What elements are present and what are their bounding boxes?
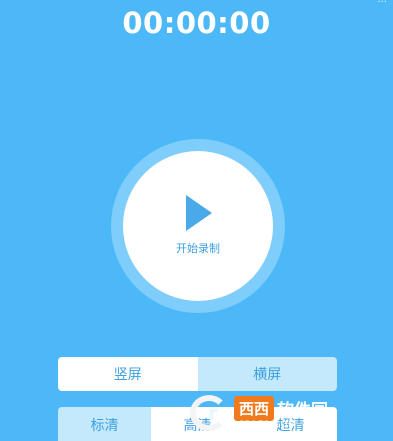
start-recording-label: 开始录制 <box>176 242 220 255</box>
watermark-text: 西西 软件园 CR173.COM <box>234 396 329 430</box>
recording-timer: 00:00:00 <box>122 6 271 40</box>
site-watermark: r 西西 软件园 CR173.COM <box>190 392 390 434</box>
status-bar: ... <box>377 0 387 5</box>
start-recording-button[interactable]: 开始录制 <box>123 151 273 301</box>
watermark-r-glyph: r <box>208 401 218 425</box>
watermark-logo-icon: r <box>190 393 234 433</box>
watermark-url: CR173.COM <box>238 420 297 430</box>
watermark-name: 软件园 <box>277 401 329 421</box>
play-icon <box>186 195 212 231</box>
watermark-brand-badge: 西西 <box>234 396 275 421</box>
recorder-screen: ... 00:00:00 开始录制 竖屏 横屏 标清 高清 超清 r 西西 软件… <box>0 0 393 441</box>
landscape-option[interactable]: 横屏 <box>197 357 337 391</box>
portrait-option[interactable]: 竖屏 <box>58 357 198 391</box>
orientation-selector: 竖屏 横屏 <box>58 357 337 391</box>
standard-definition-option[interactable]: 标清 <box>58 407 151 441</box>
